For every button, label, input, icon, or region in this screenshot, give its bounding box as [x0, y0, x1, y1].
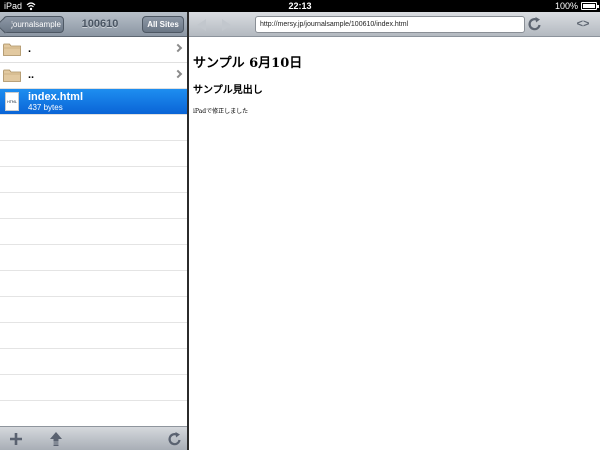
page-preview: サンプル 6月10日 サンプル見出し iPadで修正しました — [189, 38, 600, 450]
file-browser-pane: journalsample 100610 All Sites . .. HTML… — [0, 12, 187, 450]
chevron-right-icon — [173, 69, 183, 79]
html-file-icon: HTML — [5, 92, 19, 111]
empty-row — [0, 167, 187, 193]
clock: 22:13 — [288, 1, 312, 11]
empty-row — [0, 297, 187, 323]
empty-row — [0, 115, 187, 141]
chevron-right-icon — [173, 43, 183, 53]
all-sites-button[interactable]: All Sites — [142, 16, 184, 33]
empty-row — [0, 271, 187, 297]
empty-row — [0, 401, 187, 427]
file-name: .. — [28, 69, 35, 81]
back-button[interactable]: journalsample — [3, 16, 64, 33]
empty-row — [0, 375, 187, 401]
page-body-text: iPadで修正しました — [193, 108, 249, 115]
list-item-selected[interactable]: HTML index.html 437 bytes — [0, 89, 187, 115]
list-item[interactable]: . — [0, 37, 187, 63]
folder-icon — [3, 43, 21, 56]
preview-pane: http://mersy.jp/journalsample/100610/ind… — [189, 12, 600, 450]
status-bar: iPad 22:13 100% — [0, 0, 600, 12]
folder-icon — [3, 69, 21, 82]
list-item[interactable]: .. — [0, 63, 187, 89]
upload-icon[interactable] — [48, 431, 64, 447]
empty-row — [0, 219, 187, 245]
file-browser-navbar: journalsample 100610 All Sites — [0, 12, 187, 37]
empty-row — [0, 349, 187, 375]
empty-row — [0, 193, 187, 219]
view-source-icon[interactable]: <> — [574, 16, 592, 32]
file-name: . — [28, 43, 32, 55]
reload-icon[interactable] — [527, 16, 543, 32]
page-heading: サンプル 6月10日 — [193, 56, 303, 71]
forward-arrow-icon[interactable] — [222, 19, 231, 31]
refresh-icon[interactable] — [167, 431, 183, 447]
empty-row — [0, 323, 187, 349]
url-field[interactable]: http://mersy.jp/journalsample/100610/ind… — [255, 16, 525, 33]
file-list: . .. HTML index.html 437 bytes — [0, 37, 187, 438]
back-arrow-icon[interactable] — [197, 19, 206, 31]
file-size: 437 bytes — [28, 103, 63, 112]
browser-toolbar: http://mersy.jp/journalsample/100610/ind… — [189, 12, 600, 37]
plus-icon[interactable] — [8, 431, 24, 447]
empty-row — [0, 141, 187, 167]
page-subheading: サンプル見出し — [193, 85, 263, 96]
folder-title: 100610 — [81, 18, 119, 30]
battery-icon — [581, 2, 599, 10]
battery-percent: 100% — [554, 1, 578, 11]
empty-row — [0, 245, 187, 271]
file-browser-toolbar — [0, 426, 187, 450]
ipad-screen: iPad 22:13 100% journalsample 100610 All… — [0, 0, 600, 450]
